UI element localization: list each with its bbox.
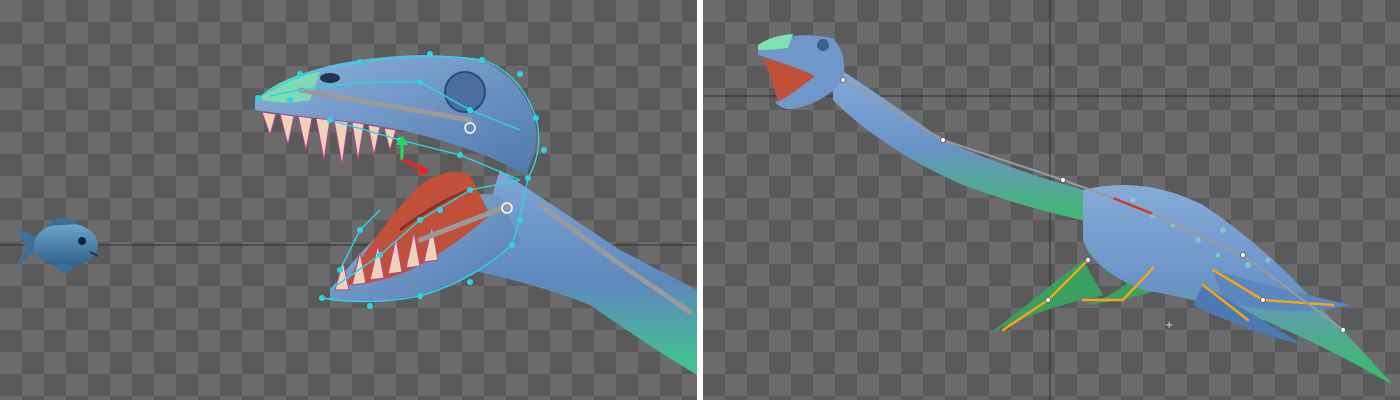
head-canvas[interactable]: [0, 0, 697, 400]
eye-socket: [444, 71, 486, 113]
transform-gizmo-icon[interactable]: [396, 136, 430, 176]
neck-shape[interactable]: [470, 170, 697, 375]
head-rig-edit-viewport[interactable]: [0, 0, 697, 400]
body-eye: [817, 39, 829, 51]
fish-sprite[interactable]: [16, 217, 99, 275]
nostril: [320, 73, 340, 83]
origin-marker-icon: +: [1165, 320, 1173, 331]
full-body-viewport[interactable]: +: [703, 0, 1400, 400]
front-flipper-left[interactable]: [988, 260, 1103, 335]
body-snout-highlight: [758, 34, 793, 50]
body-canvas[interactable]: +: [703, 0, 1400, 400]
animation-workspace: +: [0, 0, 1400, 400]
fish-eye-icon: [78, 237, 86, 245]
